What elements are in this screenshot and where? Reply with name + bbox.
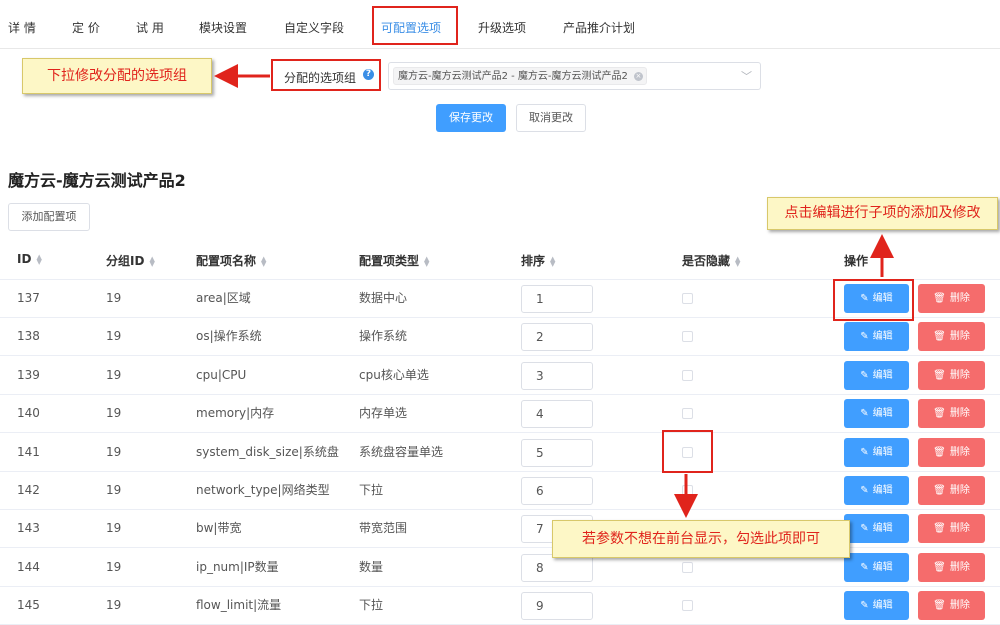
annotation-hidden: 若参数不想在前台显示，勾选此项即可 — [552, 520, 850, 558]
annotation-arrows — [214, 64, 894, 518]
